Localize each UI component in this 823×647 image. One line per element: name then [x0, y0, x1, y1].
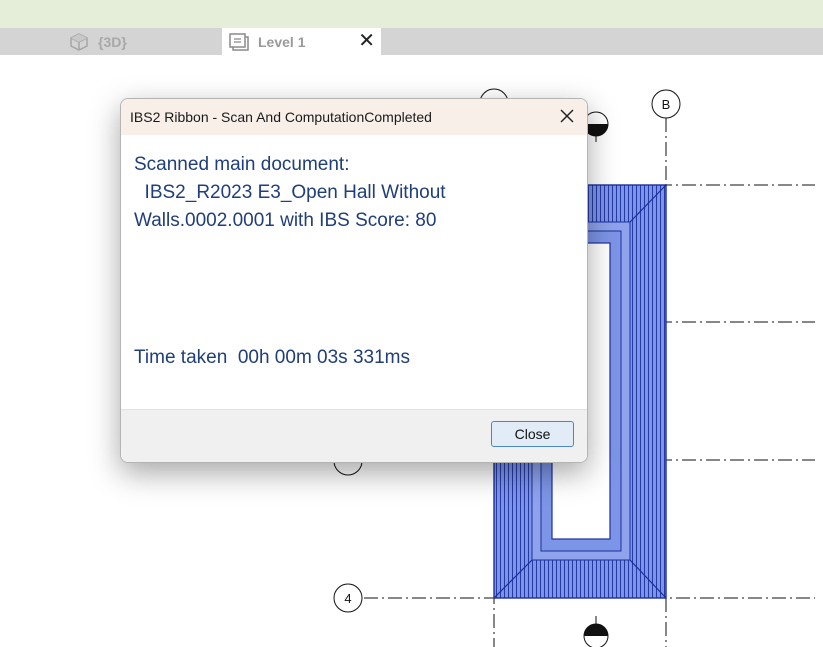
scan-complete-dialog: IBS2 Ribbon - Scan And ComputationComple…	[120, 98, 588, 463]
cube-3d-icon	[68, 32, 90, 52]
section-marker-icon[interactable]	[583, 616, 609, 647]
tab-label: {3D}	[98, 33, 127, 50]
grid-bubble-label: 4	[344, 591, 351, 606]
close-button[interactable]: Close	[491, 421, 574, 447]
grid-bubble-4[interactable]: 4	[333, 583, 363, 613]
dialog-title-bar[interactable]: IBS2 Ribbon - Scan And ComputationComple…	[121, 99, 587, 135]
message-line: IBS2_R2023 E3_Open Hall Without	[134, 182, 446, 203]
close-icon[interactable]	[559, 108, 575, 124]
time-taken-text: Time taken 00h 00m 03s 331ms	[134, 347, 410, 368]
tab-3d-view[interactable]: {3D}	[64, 28, 222, 55]
view-tab-bar: {3D} Level 1 ✕	[0, 28, 823, 55]
tab-level-1[interactable]: Level 1 ✕	[222, 28, 381, 55]
ribbon-strip	[0, 0, 823, 28]
floor-plan-icon	[228, 32, 250, 52]
grid-bubble-label: B	[662, 97, 671, 112]
dialog-message: Scanned main document: IBS2_R2023 E3_Ope…	[134, 151, 577, 235]
tab-label: Level 1	[258, 33, 306, 50]
message-line: Walls.0002.0001 with IBS Score: 80	[134, 210, 437, 231]
dialog-title: IBS2 Ribbon - Scan And ComputationComple…	[130, 109, 432, 125]
tab-close-icon[interactable]: ✕	[358, 31, 375, 51]
grid-bubble-b[interactable]: B	[651, 89, 681, 119]
dialog-footer: Close	[121, 409, 587, 462]
message-line: Scanned main document:	[134, 154, 350, 175]
